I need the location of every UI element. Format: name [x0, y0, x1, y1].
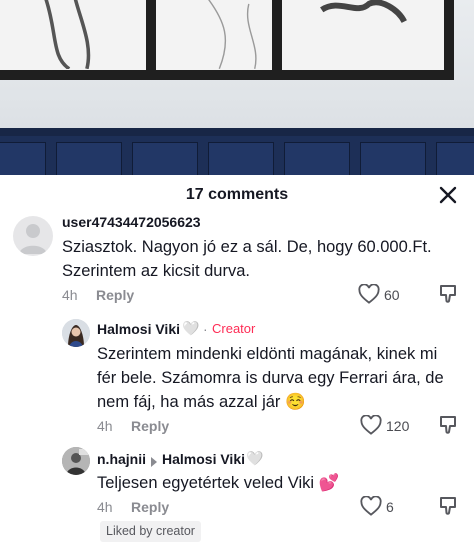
avatar[interactable]	[13, 216, 53, 256]
creator-avatar-icon	[62, 319, 90, 347]
comment-username[interactable]: Halmosi Viki	[97, 321, 180, 337]
dislike-icon[interactable]	[438, 496, 458, 521]
comment-text-line: nem fáj, ha más azzal jár ☺️	[97, 393, 306, 411]
heart-icon[interactable]	[358, 283, 380, 309]
comment-text-line: Teljesen egyetértek veled Viki 💕	[97, 474, 340, 492]
reply-button[interactable]: Reply	[96, 287, 134, 303]
white-heart-icon: 🤍	[182, 320, 200, 336]
reply-arrow-icon	[150, 454, 158, 472]
creator-tag: Creator	[212, 321, 256, 336]
wall-picture-frame	[272, 0, 454, 80]
comment-text-line: Szerintem az kicsit durva.	[62, 262, 250, 280]
avatar[interactable]	[62, 319, 90, 347]
liked-by-creator-badge: Liked by creator	[100, 521, 201, 542]
comment-timestamp: 4h	[97, 499, 113, 515]
comment-text: Szerintem mindenki eldönti magának, kine…	[97, 342, 444, 414]
reply-button[interactable]: Reply	[131, 499, 169, 515]
reply-to-username[interactable]: Halmosi Viki	[162, 451, 245, 467]
reply-button[interactable]: Reply	[131, 418, 169, 434]
like-count: 120	[386, 418, 410, 434]
comment-text-line: Sziasztok. Nagyon jó ez a sál. De, hogy …	[62, 238, 432, 256]
comment-text: Sziasztok. Nagyon jó ez a sál. De, hogy …	[62, 235, 432, 283]
user-avatar-icon	[62, 447, 90, 475]
comment-username[interactable]: n.hajnii	[97, 451, 146, 467]
comments-count-title: 17 comments	[185, 186, 289, 203]
separator-dot: ·	[203, 321, 208, 337]
dislike-icon[interactable]	[438, 284, 458, 309]
blue-wall-panel	[0, 128, 474, 175]
dislike-icon[interactable]	[438, 415, 458, 440]
comment-text: Teljesen egyetértek veled Viki 💕	[97, 471, 339, 495]
like-count: 60	[384, 287, 400, 303]
heart-icon[interactable]	[360, 495, 382, 521]
background-video-frame	[0, 0, 474, 175]
comment-username[interactable]: user47434472056623	[62, 214, 201, 230]
like-count: 6	[386, 499, 394, 515]
close-icon[interactable]	[436, 183, 460, 207]
default-avatar-icon	[19, 224, 47, 254]
comment-timestamp: 4h	[62, 287, 78, 303]
comment-text-line: fér bele. Számomra is durva egy Ferrari …	[97, 369, 444, 387]
white-heart-icon: 🤍	[246, 450, 264, 466]
comment-timestamp: 4h	[97, 418, 113, 434]
avatar[interactable]	[62, 447, 90, 475]
heart-icon[interactable]	[360, 414, 382, 440]
comment-text-line: Szerintem mindenki eldönti magának, kine…	[97, 345, 438, 363]
